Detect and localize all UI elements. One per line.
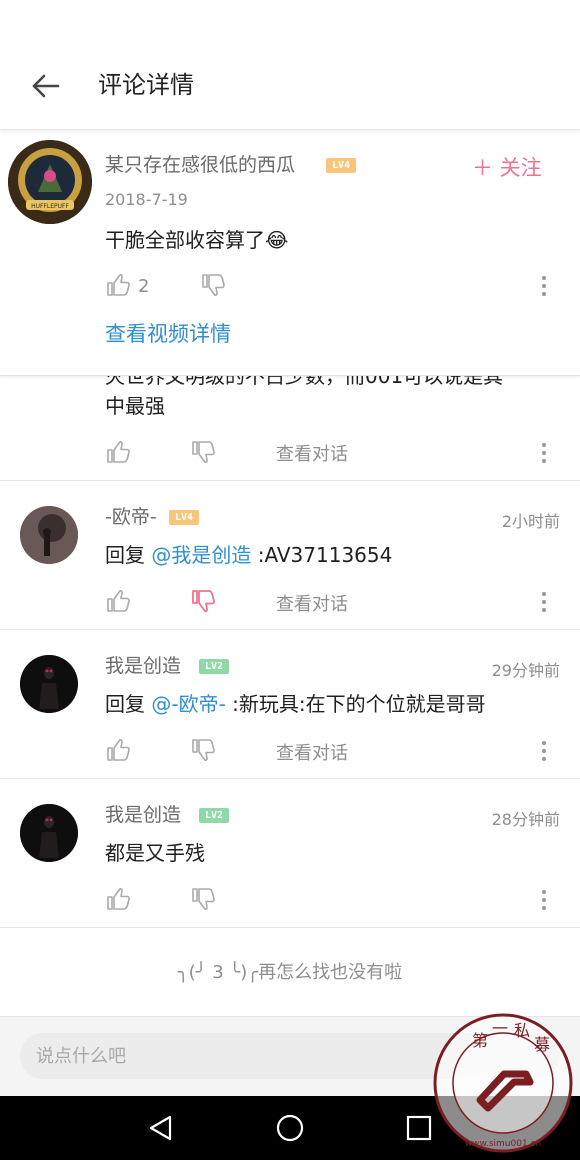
reply-text: 回复 @-欧帝- :新玩具:在下的个位就是哥哥 [105, 690, 486, 718]
reply-item-partial: 灭世界文明级的不占少数，而001可以说是其 中最强 查看对话 [0, 376, 580, 480]
view-conversation-link[interactable]: 查看对话 [276, 590, 348, 616]
arrow-left-icon [32, 74, 60, 98]
avatar[interactable] [20, 506, 78, 564]
thumbs-down-icon[interactable] [200, 272, 226, 298]
avatar[interactable] [20, 655, 78, 713]
thumbs-up-icon[interactable] [105, 886, 131, 912]
comment-username[interactable]: 某只存在感很低的西瓜 [105, 152, 295, 178]
thumbs-down-icon[interactable] [190, 737, 216, 763]
divider [0, 480, 580, 481]
svg-text:www.simu001.cn: www.simu001.cn [465, 1139, 541, 1149]
avatar[interactable] [20, 804, 78, 862]
follow-button[interactable]: ＋ 关注 [472, 152, 542, 182]
mention-link[interactable]: @-欧帝- [151, 692, 225, 716]
status-bar [0, 0, 580, 44]
avatar-image [20, 655, 78, 713]
comment-text: 干脆全部收容算了😂 [105, 228, 289, 252]
reply-prefix: 回复 [105, 543, 152, 567]
reply-body: :AV37113654 [251, 543, 393, 567]
more-options-icon[interactable] [541, 592, 547, 614]
comment-date: 2018-7-19 [105, 190, 188, 209]
level-badge: LV4 [169, 510, 199, 525]
nav-back-icon[interactable] [146, 1113, 176, 1143]
level-badge: LV2 [199, 808, 229, 823]
more-options-icon[interactable] [541, 890, 547, 912]
thumbs-down-icon[interactable] [190, 886, 216, 912]
thumbs-up-icon[interactable] [105, 272, 131, 298]
view-video-details-link[interactable]: 查看视频详情 [105, 318, 231, 348]
watermark-logo: 第 一 私 募 www.simu001.cn [433, 1013, 573, 1153]
thumbs-down-icon[interactable] [190, 439, 216, 465]
avatar[interactable]: HUFFLEPUFF [8, 140, 92, 224]
view-conversation-link[interactable]: 查看对话 [276, 440, 348, 466]
reply-text-line-1: 灭世界文明级的不占少数，而001可以说是其 [105, 376, 504, 388]
nav-recents-icon[interactable] [404, 1113, 434, 1143]
thumbs-up-icon[interactable] [105, 737, 131, 763]
reply-text-line-2: 中最强 [105, 394, 165, 418]
end-of-list-text: ╮(╯ 3 ╰)╭再怎么找也没有啦 [177, 962, 403, 983]
mention-link[interactable]: @我是创造 [151, 543, 251, 567]
svg-text:HUFFLEPUFF: HUFFLEPUFF [31, 203, 69, 210]
like-count: 2 [138, 276, 150, 297]
divider [0, 778, 580, 779]
thumbs-down-icon-active[interactable] [190, 588, 216, 614]
level-badge: LV2 [199, 659, 229, 674]
view-conversation-link[interactable]: 查看对话 [276, 739, 348, 765]
svg-text:第: 第 [472, 1031, 488, 1050]
hufflepuff-crest-avatar: HUFFLEPUFF [8, 140, 92, 224]
level-badge: LV4 [326, 158, 356, 173]
svg-text:募: 募 [534, 1035, 550, 1054]
more-options-icon[interactable] [541, 741, 547, 763]
nav-home-icon[interactable] [275, 1113, 305, 1143]
reply-body: :新玩具:在下的个位就是哥哥 [225, 692, 486, 716]
avatar-image [20, 804, 78, 862]
reply-username[interactable]: -欧帝- [105, 504, 157, 530]
divider [0, 629, 580, 630]
reply-username[interactable]: 我是创造 [105, 653, 181, 679]
reply-time: 28分钟前 [491, 810, 560, 829]
thumbs-up-icon[interactable] [105, 588, 131, 614]
svg-text:私: 私 [514, 1021, 530, 1040]
reply-text: 回复 @我是创造 :AV37113654 [105, 541, 392, 569]
more-options-icon[interactable] [541, 276, 547, 298]
back-button[interactable] [26, 66, 66, 106]
divider [0, 927, 580, 928]
thumbs-up-icon[interactable] [105, 439, 131, 465]
avatar-image [20, 506, 78, 564]
reply-time: 2小时前 [501, 512, 560, 531]
svg-text:一: 一 [492, 1019, 508, 1038]
reply-username[interactable]: 我是创造 [105, 802, 181, 828]
reply-text: 都是又手残 [105, 841, 205, 865]
reply-time: 29分钟前 [491, 661, 560, 680]
reply-prefix: 回复 [105, 692, 152, 716]
page-title: 评论详情 [98, 71, 194, 99]
top-app-bar: 评论详情 [0, 44, 580, 130]
more-options-icon[interactable] [541, 443, 547, 465]
